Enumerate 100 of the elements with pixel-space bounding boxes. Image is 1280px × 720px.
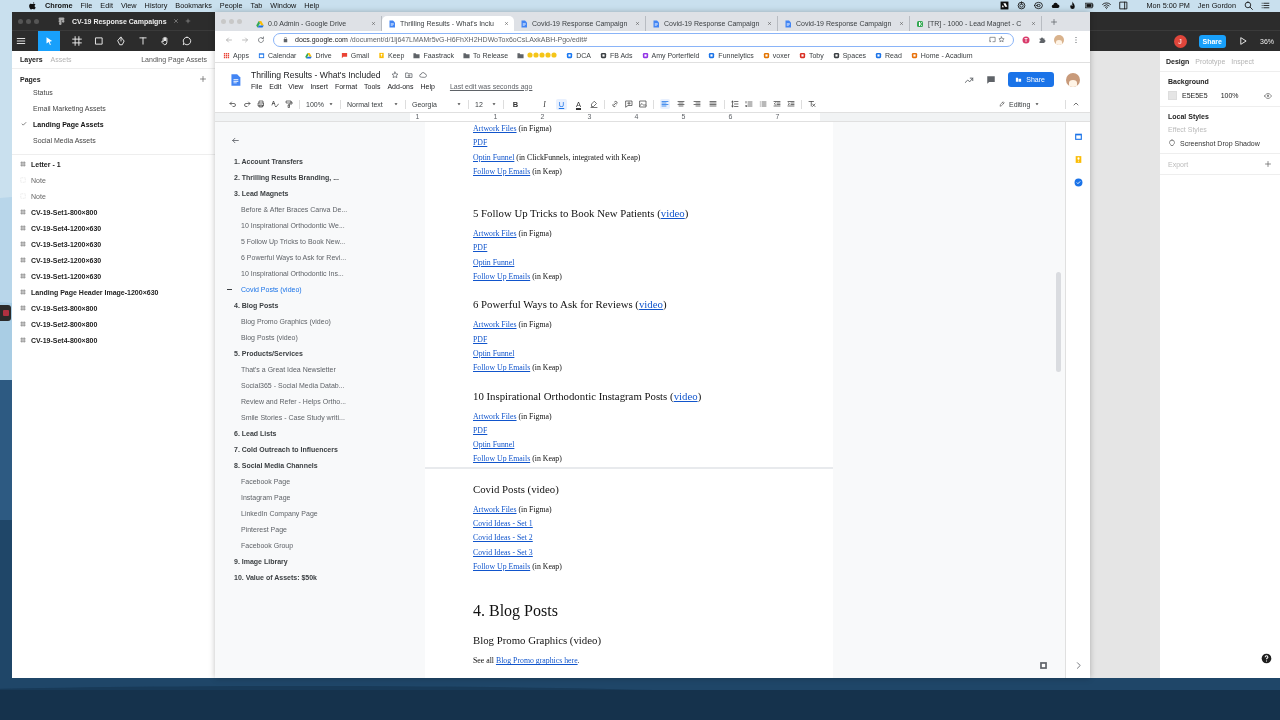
section-heading: Blog Promo Graphics (video): [473, 633, 603, 649]
menu-icon[interactable]: [16, 36, 26, 46]
user-avatar[interactable]: [1066, 72, 1080, 87]
redo-icon[interactable]: [243, 100, 251, 108]
figma-logo-icon[interactable]: [57, 16, 66, 26]
new-tab-icon[interactable]: [1050, 17, 1058, 26]
caret-icon: [1034, 101, 1041, 107]
increase-indent-icon[interactable]: [787, 100, 795, 108]
back-arrow-icon[interactable]: [231, 136, 240, 145]
frame-icon: [20, 289, 26, 295]
record-widget[interactable]: [0, 305, 11, 321]
comment-tool-icon[interactable]: [182, 36, 192, 46]
display-icon[interactable]: [1119, 1, 1129, 10]
extension-icon[interactable]: [1022, 35, 1030, 44]
line-spacing-icon[interactable]: [731, 100, 739, 108]
align-lines-icon: [709, 100, 717, 108]
flame-icon[interactable]: [1068, 1, 1078, 10]
folder-icon[interactable]: [404, 70, 413, 79]
add-page-icon[interactable]: [199, 75, 207, 83]
pen-tool-icon[interactable]: [116, 36, 126, 46]
frame-icon: [20, 225, 26, 231]
align-button[interactable]: [692, 99, 702, 109]
search-icon[interactable]: [1244, 1, 1253, 10]
explore-icon[interactable]: [1039, 661, 1048, 670]
frame-icon: [20, 161, 26, 167]
ring-icon[interactable]: [1034, 1, 1044, 10]
close-icon[interactable]: [504, 21, 509, 26]
chapter-heading: 4. Blog Posts: [473, 601, 559, 621]
drive-icon: [256, 19, 264, 28]
paint-format-icon[interactable]: [285, 100, 293, 108]
help-icon[interactable]: [1261, 653, 1272, 664]
extensions-puzzle-icon[interactable]: [1038, 35, 1046, 44]
link[interactable]: video: [660, 207, 685, 220]
document-title[interactable]: Thrilling Results - What's Included: [251, 69, 381, 80]
battery-icon[interactable]: [1085, 1, 1095, 10]
list-icon[interactable]: [1261, 1, 1270, 10]
visibility-icon[interactable]: [1264, 91, 1272, 100]
tasks-icon[interactable]: [1073, 178, 1083, 187]
effect-icon: [1168, 139, 1176, 147]
frame-icon: [20, 273, 26, 279]
scrollbar-thumb[interactable]: [1056, 272, 1061, 372]
text-tool-icon[interactable]: [138, 36, 148, 46]
close-icon[interactable]: [1031, 21, 1036, 26]
activity-icon[interactable]: [964, 74, 975, 85]
cast-icon[interactable]: [989, 36, 996, 43]
star-icon[interactable]: [390, 70, 399, 79]
undo-icon[interactable]: [229, 100, 237, 108]
spellcheck-icon[interactable]: [271, 100, 279, 108]
site-icon: [875, 51, 883, 59]
section-heading: 6 Powerful Ways to Ask for Reviews (video): [473, 297, 668, 313]
clear-formatting-icon[interactable]: [808, 100, 816, 108]
site-icon: [708, 51, 716, 59]
document-icon: [520, 19, 528, 28]
pointer-icon: [44, 36, 54, 46]
hand-tool-icon[interactable]: [160, 36, 170, 46]
close-icon[interactable]: [635, 21, 640, 26]
cloud-icon[interactable]: [1051, 1, 1061, 10]
align-lines-icon: [661, 100, 669, 108]
add-comment-icon[interactable]: [625, 100, 633, 108]
move-tool-button[interactable]: [38, 31, 60, 51]
play-icon[interactable]: [1238, 36, 1248, 46]
comment-icon[interactable]: [986, 74, 997, 85]
site-icon: [798, 51, 806, 59]
calendar-icon[interactable]: [1073, 132, 1083, 141]
link[interactable]: video: [638, 298, 663, 311]
rectangle-tool-icon[interactable]: [94, 36, 104, 46]
caret-icon: [393, 101, 399, 107]
align-button[interactable]: [676, 99, 686, 109]
apple-icon[interactable]: [28, 1, 37, 10]
color-swatch[interactable]: [1168, 91, 1177, 100]
align-button[interactable]: [708, 99, 718, 109]
numbered-list-icon[interactable]: [745, 100, 753, 108]
print-icon[interactable]: [257, 100, 265, 108]
highlighter-icon[interactable]: [590, 100, 598, 108]
lock-icon: [282, 36, 289, 43]
align-button[interactable]: [660, 99, 670, 109]
document-icon: [784, 19, 792, 28]
people-icon: [1015, 76, 1023, 83]
add-export-icon[interactable]: [1264, 160, 1272, 168]
image-icon[interactable]: [639, 100, 647, 108]
close-icon[interactable]: [899, 21, 904, 26]
calendar-icon: [257, 51, 265, 59]
close-icon[interactable]: [172, 18, 179, 24]
document-page[interactable]: [425, 122, 833, 678]
collapse-icon[interactable]: [1072, 100, 1080, 108]
frame-icon: [20, 241, 26, 247]
close-icon[interactable]: [767, 21, 772, 26]
wifi-icon[interactable]: [1102, 1, 1112, 10]
site-icon: [566, 51, 574, 59]
reload-icon[interactable]: [257, 35, 265, 44]
link[interactable]: video: [673, 389, 698, 402]
drive-icon[interactable]: [1000, 1, 1010, 10]
frame-tool-icon[interactable]: [72, 36, 82, 46]
caret-icon: [456, 101, 462, 107]
close-icon[interactable]: [371, 21, 376, 26]
decrease-indent-icon[interactable]: [773, 100, 781, 108]
bookmark[interactable]: [517, 51, 558, 59]
bookmark-star-icon[interactable]: [998, 36, 1005, 43]
add-tab-icon[interactable]: [184, 18, 191, 24]
link-icon[interactable]: [611, 100, 619, 108]
